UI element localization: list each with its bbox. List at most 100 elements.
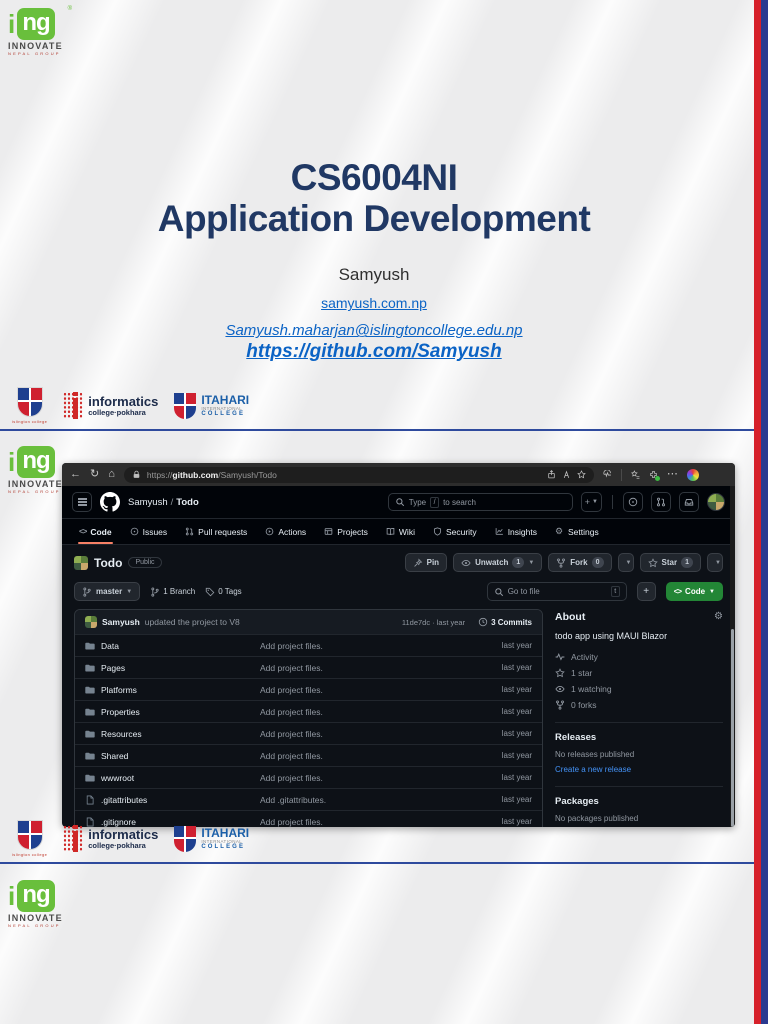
file-commit-message[interactable]: Add project files. xyxy=(260,641,480,651)
table-row[interactable]: PagesAdd project files.last year xyxy=(75,656,542,678)
browser-scrollbar[interactable] xyxy=(730,486,735,827)
table-row[interactable]: SharedAdd project files.last year xyxy=(75,744,542,766)
search-icon xyxy=(494,587,504,597)
file-commit-message[interactable]: Add project files. xyxy=(260,729,480,739)
file-commit-message[interactable]: Add project files. xyxy=(260,707,480,717)
fork-button[interactable]: Fork 0 xyxy=(548,553,611,572)
tab-pull-requests[interactable]: Pull requests xyxy=(178,519,254,544)
scrollbar-thumb[interactable] xyxy=(731,629,734,827)
user-avatar[interactable] xyxy=(707,493,725,511)
sidebar-stat-star[interactable]: 1 star xyxy=(555,665,723,681)
tab-actions[interactable]: Actions xyxy=(258,519,313,544)
website-link[interactable]: samyush.com.np xyxy=(321,295,427,311)
tab-label: Insights xyxy=(508,527,537,537)
table-row[interactable]: DataAdd project files.last year xyxy=(75,634,542,656)
email-link[interactable]: Samyush.maharjan@islingtoncollege.edu.np xyxy=(30,322,718,339)
create-new-button[interactable]: +▼ xyxy=(581,492,602,512)
hamburger-menu-icon[interactable] xyxy=(72,492,92,512)
code-button[interactable]: <> Code ▼ xyxy=(666,582,723,601)
branches-link[interactable]: 1 Branch xyxy=(150,587,195,597)
extensions-icon[interactable] xyxy=(649,470,658,479)
packages-title[interactable]: Packages xyxy=(555,796,723,807)
home-icon[interactable]: ⌂ xyxy=(108,469,115,480)
toolbar-divider xyxy=(621,469,622,481)
tab-insights[interactable]: Insights xyxy=(488,519,544,544)
table-row[interactable]: wwwrootAdd project files.last year xyxy=(75,766,542,788)
add-file-button[interactable]: + xyxy=(637,582,656,601)
pull-requests-icon-button[interactable] xyxy=(651,492,671,512)
commit-message[interactable]: updated the project to V8 xyxy=(145,617,240,627)
file-name[interactable]: Shared xyxy=(101,751,128,761)
github-link[interactable]: https://github.com/Samyush xyxy=(30,341,718,363)
search-input[interactable]: Type / to search xyxy=(388,493,573,511)
favorites-bar-icon[interactable] xyxy=(631,470,640,479)
star-dropdown-button[interactable]: ▼ xyxy=(707,553,723,572)
table-row[interactable]: PlatformsAdd project files.last year xyxy=(75,678,542,700)
fork-count: 0 xyxy=(592,557,604,568)
branch-selector[interactable]: master ▼ xyxy=(74,582,140,601)
favorite-star-icon[interactable] xyxy=(577,470,586,479)
address-bar[interactable]: https://github.com/Samyush/Todo xyxy=(124,467,594,483)
file-name[interactable]: .gitattributes xyxy=(101,795,147,805)
inbox-icon-button[interactable] xyxy=(679,492,699,512)
github-header: Samyush/Todo Type / to search +▼ xyxy=(62,486,735,519)
repo-name[interactable]: Todo xyxy=(94,556,122,570)
latest-commit-row[interactable]: Samyush updated the project to V8 11de7d… xyxy=(75,610,542,634)
title-block: CS6004NI Application Development Samyush… xyxy=(30,158,718,363)
commit-author[interactable]: Samyush xyxy=(102,617,140,627)
sidebar-stat-eye[interactable]: 1 watching xyxy=(555,681,723,697)
tags-link[interactable]: 0 Tags xyxy=(205,587,241,597)
file-rows: DataAdd project files.last yearPagesAdd … xyxy=(75,634,542,827)
refresh-icon[interactable]: ↻ xyxy=(90,469,99,480)
informatics-subtitle: college·pokhara xyxy=(88,408,158,417)
table-row[interactable]: .gitattributesAdd .gitattributes.last ye… xyxy=(75,788,542,810)
commit-meta[interactable]: 11de7dc · last year xyxy=(402,618,465,627)
file-commit-message[interactable]: Add .gitattributes. xyxy=(260,795,480,805)
file-name[interactable]: wwwroot xyxy=(101,773,134,783)
gear-icon[interactable]: ⚙ xyxy=(714,612,723,622)
tab-projects[interactable]: Projects xyxy=(317,519,375,544)
releases-title[interactable]: Releases xyxy=(555,732,723,743)
file-name[interactable]: Resources xyxy=(101,729,142,739)
file-name[interactable]: Properties xyxy=(101,707,140,717)
file-name[interactable]: Pages xyxy=(101,663,125,673)
pin-button[interactable]: Pin xyxy=(405,553,447,572)
stat-label: 0 forks xyxy=(571,700,597,710)
github-logo-icon[interactable] xyxy=(100,492,120,512)
star-button[interactable]: Star 1 xyxy=(640,553,701,572)
sidebar-stat-pulse[interactable]: Activity xyxy=(555,649,723,665)
repo-owner-avatar[interactable] xyxy=(74,556,88,570)
file-commit-time: last year xyxy=(480,707,532,716)
file-commit-message[interactable]: Add project files. xyxy=(260,685,480,695)
slide-github-demo: ing INNOVATE NEPAL GROUP ← ↻ ⌂ https://g… xyxy=(0,433,768,864)
file-commit-message[interactable]: Add project files. xyxy=(260,773,480,783)
tab-code[interactable]: <>Code xyxy=(72,519,119,544)
breadcrumb[interactable]: Samyush/Todo xyxy=(128,497,199,508)
about-title: About xyxy=(555,611,585,623)
table-row[interactable]: ResourcesAdd project files.last year xyxy=(75,722,542,744)
more-icon[interactable]: ⋯ xyxy=(667,469,678,480)
fork-dropdown-button[interactable]: ▼ xyxy=(618,553,634,572)
read-aloud-icon[interactable] xyxy=(562,470,571,479)
itahari-name: ITAHARI xyxy=(201,827,249,840)
table-row[interactable]: Properties Add project files.last year xyxy=(75,700,542,722)
file-commit-message[interactable]: Add project files. xyxy=(260,817,480,827)
file-commit-message[interactable]: Add project files. xyxy=(260,751,480,761)
go-to-file-input[interactable]: Go to file t xyxy=(487,582,627,601)
file-name[interactable]: Platforms xyxy=(101,685,137,695)
sidebar-stat-fork[interactable]: 0 forks xyxy=(555,697,723,713)
copilot-icon[interactable] xyxy=(687,469,699,481)
issues-icon-button[interactable] xyxy=(623,492,643,512)
tab-settings[interactable]: ⚙Settings xyxy=(548,519,606,544)
back-icon[interactable]: ← xyxy=(70,469,81,480)
create-release-link[interactable]: Create a new release xyxy=(555,765,631,774)
tab-wiki[interactable]: Wiki xyxy=(379,519,422,544)
file-name[interactable]: Data xyxy=(101,641,119,651)
tab-issues[interactable]: Issues xyxy=(123,519,175,544)
unwatch-button[interactable]: Unwatch 1 ▼ xyxy=(453,553,542,572)
tab-security[interactable]: Security xyxy=(426,519,484,544)
commit-history-link[interactable]: 3 Commits xyxy=(478,617,532,627)
browser-essentials-icon[interactable] xyxy=(603,470,612,479)
file-commit-message[interactable]: Add project files. xyxy=(260,663,480,673)
share-icon[interactable] xyxy=(547,470,556,479)
